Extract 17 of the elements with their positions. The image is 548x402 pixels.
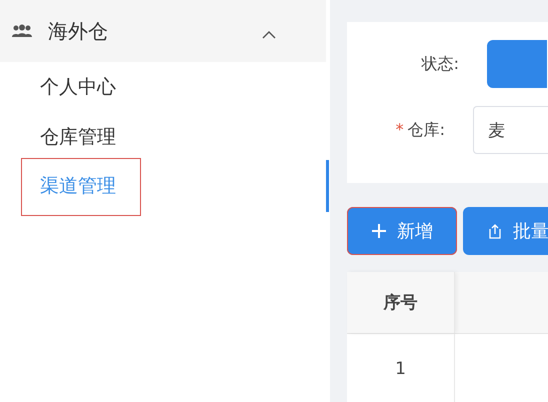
batch-button[interactable]: 批量: [463, 207, 548, 255]
menu-item[interactable]: 仓库管理: [40, 122, 116, 152]
warehouse-select[interactable]: 麦: [473, 106, 548, 154]
column-header: 序号: [347, 272, 455, 333]
scroll-thumb[interactable]: [326, 160, 329, 212]
add-button[interactable]: 新增: [347, 207, 457, 255]
users-icon: [12, 24, 32, 38]
upload-icon: [487, 223, 503, 239]
menu-item[interactable]: 个人中心: [40, 72, 116, 102]
table-cell: 1: [347, 334, 455, 402]
group-label: 海外仓: [48, 18, 109, 44]
required-mark: *: [396, 120, 404, 138]
field-label: * 仓库:: [394, 120, 446, 140]
plus-icon: [371, 223, 387, 239]
status-button[interactable]: [487, 40, 547, 88]
field-label: 状态:: [420, 54, 460, 74]
menu-group[interactable]: 海外仓: [0, 0, 326, 62]
